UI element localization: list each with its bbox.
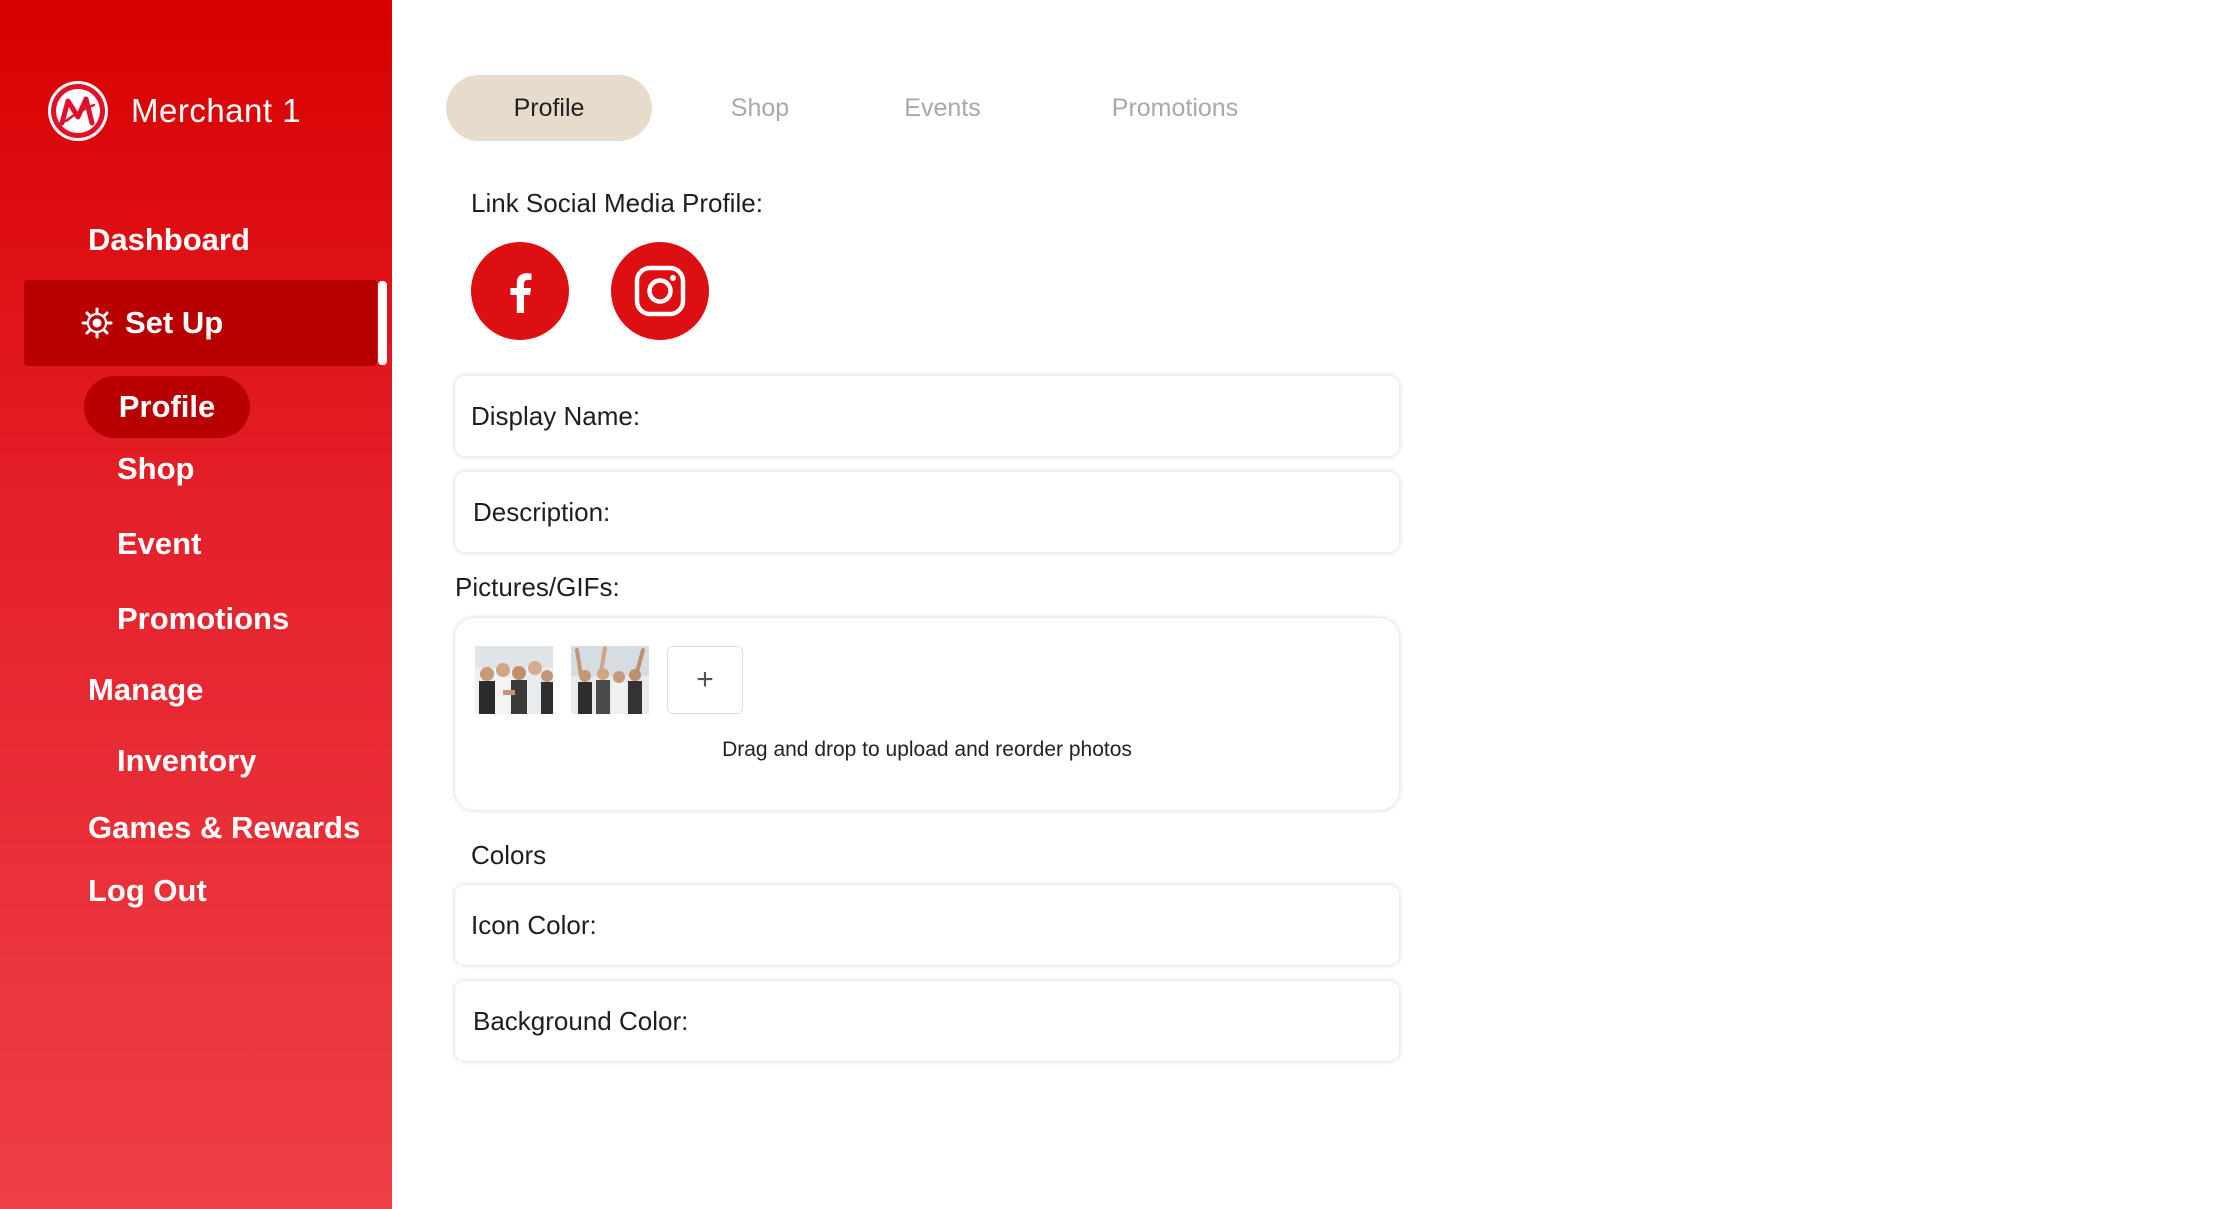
photo-thumbnail[interactable] (571, 646, 649, 714)
upload-hint: Drag and drop to upload and reorder phot… (722, 738, 1132, 761)
nav-dashboard[interactable]: Dashboard (88, 222, 250, 258)
colors-heading: Colors (471, 840, 547, 870)
gear-icon (81, 307, 113, 339)
tab-shop[interactable]: Shop (700, 75, 820, 141)
nav-games-rewards[interactable]: Games & Rewards (88, 810, 360, 846)
nav-shop[interactable]: Shop (117, 451, 195, 487)
photo-thumbnail[interactable] (475, 646, 553, 714)
nav-logout[interactable]: Log Out (88, 873, 207, 909)
background-color-label: Background Color: (473, 1005, 689, 1036)
nav-inventory[interactable]: Inventory (117, 743, 257, 779)
display-name-label: Display Name: (471, 400, 641, 431)
add-photo-button[interactable]: + (667, 646, 743, 714)
instagram-icon (634, 265, 686, 317)
nav-setup[interactable]: Set Up (24, 280, 377, 366)
active-indicator (378, 281, 387, 365)
icon-color-label: Icon Color: (471, 909, 597, 940)
background-color-field[interactable]: Background Color: (455, 981, 1399, 1061)
display-name-field[interactable]: Display Name: (455, 376, 1399, 456)
nav-event[interactable]: Event (117, 526, 201, 562)
tab-profile[interactable]: Profile (446, 75, 652, 141)
instagram-link[interactable] (611, 242, 709, 340)
social-media-label: Link Social Media Profile: (471, 188, 763, 218)
pictures-label: Pictures/GIFs: (455, 572, 620, 602)
sidebar: Merchant 1 Dashboard Set Up Profile Shop… (0, 0, 392, 1209)
nav-manage[interactable]: Manage (88, 672, 203, 708)
tab-events[interactable]: Events (880, 75, 1005, 141)
description-field[interactable]: Description: (455, 472, 1399, 552)
facebook-icon (510, 273, 532, 313)
nav-profile[interactable]: Profile (84, 376, 250, 438)
nav-setup-label: Set Up (125, 305, 224, 340)
photo-upload-dropzone[interactable]: + Drag and drop to upload and reorder ph… (455, 618, 1399, 810)
merchant-name: Merchant 1 (131, 92, 302, 129)
merchant-logo-icon[interactable] (48, 81, 108, 141)
tab-promotions[interactable]: Promotions (1085, 75, 1265, 141)
brand: Merchant 1 (48, 78, 301, 144)
facebook-link[interactable] (471, 242, 569, 340)
nav-promotions[interactable]: Promotions (117, 601, 289, 637)
icon-color-field[interactable]: Icon Color: (455, 885, 1399, 965)
description-label: Description: (473, 496, 611, 527)
